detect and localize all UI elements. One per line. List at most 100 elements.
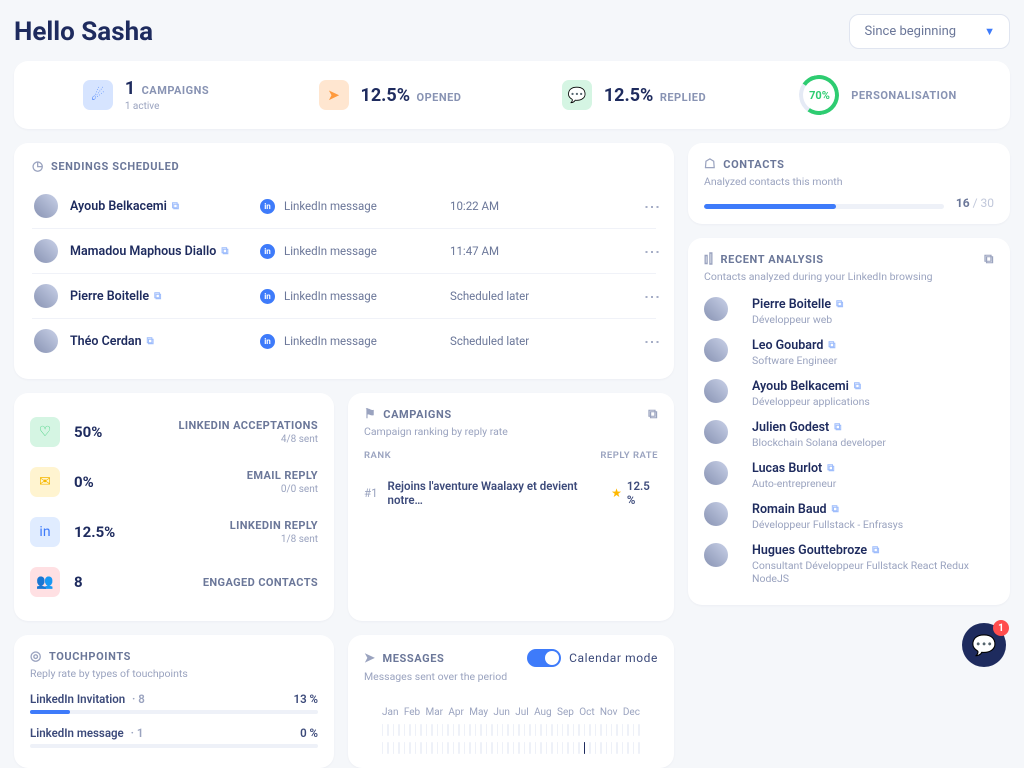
calendar-cell xyxy=(464,742,465,754)
month-label: Aug xyxy=(534,707,552,718)
calendar-toggle[interactable] xyxy=(527,649,561,667)
more-icon[interactable]: ⋮ xyxy=(649,199,654,214)
stat-campaigns: ☄ 1 CAMPAIGNS 1 active xyxy=(24,75,268,115)
stat-replied: 💬 12.5% REPLIED xyxy=(512,75,756,115)
sending-type: inLinkedIn message xyxy=(260,244,450,259)
sending-time: Scheduled later xyxy=(450,289,600,303)
calendar-cell xyxy=(431,742,432,754)
personalisation-ring: 70% xyxy=(796,72,842,118)
more-icon[interactable]: ⋮ xyxy=(649,244,654,259)
avatar xyxy=(704,420,728,444)
analysis-row[interactable]: Ayoub Belkacemi⧉Développeur applications xyxy=(704,373,994,414)
users-icon: 👥 xyxy=(30,567,60,597)
calendar-cell xyxy=(540,742,541,754)
calendar-cell xyxy=(562,742,563,754)
calendar-cell xyxy=(529,724,530,736)
clock-icon: ◷ xyxy=(32,159,44,174)
external-link-icon: ⧉ xyxy=(147,336,154,347)
external-link-icon: ⧉ xyxy=(154,291,161,302)
calendar-cell xyxy=(398,742,399,754)
touchpoints-card: ◎TOUCHPOINTS Reply rate by types of touc… xyxy=(14,635,334,768)
calendar-cell xyxy=(507,724,508,736)
period-select[interactable]: Since beginning ▼ xyxy=(849,14,1010,49)
sending-time: 11:47 AM xyxy=(450,244,600,258)
analysis-row[interactable]: Leo Goubard⧉Software Engineer xyxy=(704,332,994,373)
target-icon: ◎ xyxy=(30,649,42,664)
sending-type: inLinkedIn message xyxy=(260,334,450,349)
calendar-cell xyxy=(437,742,438,754)
calendar-cell xyxy=(518,742,519,754)
calendar-cell xyxy=(426,742,427,754)
month-label: Sep xyxy=(557,707,574,718)
avatar xyxy=(704,297,728,321)
calendar-cell xyxy=(540,724,541,736)
calendar-cell xyxy=(606,742,607,754)
sending-name[interactable]: Théo Cerdan⧉ xyxy=(70,334,260,349)
calendar-cell xyxy=(513,742,514,754)
calendar-cell xyxy=(557,724,558,736)
calendar-cell xyxy=(584,742,585,754)
metric-value: 12.5% xyxy=(74,523,115,541)
calendar-cell xyxy=(398,724,399,736)
star-icon: ★ xyxy=(611,486,622,500)
sending-type: inLinkedIn message xyxy=(260,199,450,214)
external-link-icon: ⧉ xyxy=(854,381,861,392)
analysis-row[interactable]: Julien Godest⧉Blockchain Solana develope… xyxy=(704,414,994,455)
analysis-card: ⫾⫿ RECENT ANALYSIS ⧉ Contacts analyzed d… xyxy=(688,238,1010,605)
stat-personalisation: 70% PERSONALISATION xyxy=(756,75,1000,115)
calendar-cell xyxy=(393,742,394,754)
avatar xyxy=(704,338,728,362)
avatar xyxy=(704,461,728,485)
analysis-row[interactable]: Hugues Gouttebroze⧉Consultant Développeu… xyxy=(704,537,994,591)
calendar-cell xyxy=(431,724,432,736)
calendar-cell xyxy=(627,742,628,754)
more-icon[interactable]: ⋮ xyxy=(649,289,654,304)
external-link-icon: ⧉ xyxy=(872,545,879,556)
calendar-cell xyxy=(387,724,388,736)
sending-name[interactable]: Mamadou Maphous Diallo⧉ xyxy=(70,244,260,259)
avatar xyxy=(34,284,58,308)
analysis-row[interactable]: Pierre Boitelle⧉Développeur web xyxy=(704,291,994,332)
stats-bar: ☄ 1 CAMPAIGNS 1 active ➤ 12.5% OPENED 💬 … xyxy=(14,61,1010,129)
avatar xyxy=(34,194,58,218)
calendar-cell xyxy=(382,742,383,754)
month-label: Apr xyxy=(448,707,464,718)
metric-value: 8 xyxy=(74,573,83,591)
sendings-card: ◷SENDINGS SCHEDULED Ayoub Belkacemi⧉ inL… xyxy=(14,143,674,379)
period-value: Since beginning xyxy=(864,24,956,39)
calendar-cell xyxy=(524,742,525,754)
sending-name[interactable]: Ayoub Belkacemi⧉ xyxy=(70,199,260,214)
calendar-cell xyxy=(458,742,459,754)
calendar-cell xyxy=(420,742,421,754)
analysis-row[interactable]: Romain Baud⧉Développeur Fullstack - Enfr… xyxy=(704,496,994,537)
calendar-cell xyxy=(589,724,590,736)
calendar-cell xyxy=(491,724,492,736)
calendar-cell xyxy=(475,742,476,754)
calendar-cell xyxy=(578,724,579,736)
calendar-cell xyxy=(491,742,492,754)
campaigns-icon: ☄ xyxy=(83,80,113,110)
calendar-cell xyxy=(447,724,448,736)
calendar-cell xyxy=(524,724,525,736)
touchpoint-row: LinkedIn message · 10 % xyxy=(30,726,318,748)
campaign-row[interactable]: #1 Rejoins l'aventure Waalaxy et devient… xyxy=(364,479,658,507)
linkedin-icon: in xyxy=(260,334,275,349)
sending-name[interactable]: Pierre Boitelle⧉ xyxy=(70,289,260,304)
analysis-external-icon[interactable]: ⧉ xyxy=(984,252,994,267)
calendar-cell xyxy=(529,742,530,754)
calendar-cell xyxy=(551,724,552,736)
flag-icon: ⚑ xyxy=(364,407,376,422)
calendar-cell xyxy=(595,724,596,736)
campaigns-external-icon[interactable]: ⧉ xyxy=(648,407,658,422)
more-icon[interactable]: ⋮ xyxy=(649,334,654,349)
month-label: May xyxy=(469,707,488,718)
month-label: Nov xyxy=(600,707,618,718)
analysis-row[interactable]: Lucas Burlot⧉Auto-entrepreneur xyxy=(704,455,994,496)
calendar-cell xyxy=(622,742,623,754)
calendar-cell xyxy=(469,724,470,736)
calendar-cell xyxy=(546,742,547,754)
chat-fab[interactable]: 💬 1 xyxy=(962,623,1006,667)
calendar-cell xyxy=(507,742,508,754)
avatar xyxy=(34,239,58,263)
chat-badge: 1 xyxy=(993,620,1009,636)
